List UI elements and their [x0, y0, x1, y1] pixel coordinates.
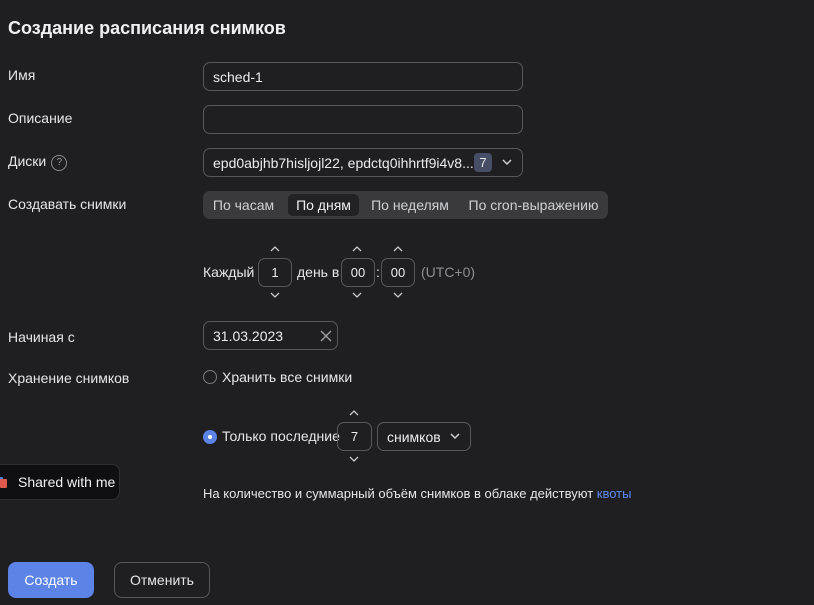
unit-select-value: снимков: [387, 428, 441, 445]
minute-value: 00: [390, 265, 406, 280]
help-icon[interactable]: ?: [51, 154, 68, 171]
description-input[interactable]: [203, 105, 523, 134]
day-at-label: день в: [297, 264, 340, 280]
tab-cron[interactable]: По cron-выражению: [462, 194, 605, 216]
chevron-up-icon[interactable]: [270, 246, 280, 252]
page-title: Создание расписания снимков: [8, 18, 286, 38]
chevron-up-icon[interactable]: [352, 246, 362, 252]
hour-value: 00: [350, 265, 366, 280]
keep-last-label[interactable]: Только последние: [222, 428, 340, 444]
start-date-input[interactable]: 31.03.2023: [203, 321, 338, 350]
name-label: Имя: [8, 67, 36, 83]
chevron-up-icon[interactable]: [349, 410, 359, 416]
quota-note: На количество и суммарный объём снимков …: [203, 486, 631, 501]
tab-weekly[interactable]: По неделям: [365, 194, 455, 216]
shared-icon: [0, 477, 7, 488]
keep-all-radio[interactable]: [203, 370, 217, 384]
clear-icon[interactable]: [320, 330, 332, 342]
quotas-link[interactable]: квоты: [597, 486, 632, 501]
toast-label: Shared with me: [18, 474, 116, 490]
name-input-value: sched-1: [213, 68, 263, 85]
chevron-down-icon[interactable]: [270, 292, 280, 298]
create-snapshots-label: Создавать снимки: [8, 196, 127, 212]
cancel-button[interactable]: Отменить: [114, 562, 210, 598]
minute-stepper[interactable]: 00: [381, 258, 415, 287]
chevron-up-icon[interactable]: [393, 246, 403, 252]
retention-label: Хранение снимков: [8, 370, 130, 386]
timezone-label: (UTC+0): [421, 264, 476, 280]
disks-select[interactable]: epd0abjhb7hisljojl22, epdctq0ihhrtf9i4v8…: [203, 148, 523, 177]
every-label: Каждый: [203, 264, 255, 280]
disks-count-badge: 7: [474, 153, 492, 172]
chevron-down-icon[interactable]: [352, 292, 362, 298]
keep-last-value: 7: [350, 429, 359, 444]
keep-last-radio[interactable]: [203, 430, 217, 444]
every-stepper[interactable]: 1: [258, 258, 292, 287]
tab-daily[interactable]: По дням: [288, 194, 359, 216]
hour-stepper[interactable]: 00: [341, 258, 375, 287]
frequency-segmented-control: По часам По дням По неделям По cron-выра…: [203, 191, 608, 219]
description-label: Описание: [8, 110, 73, 126]
start-date-value: 31.03.2023: [213, 327, 284, 344]
disks-label: Диски: [8, 153, 47, 169]
chevron-down-icon[interactable]: [349, 456, 359, 462]
chevron-down-icon: [450, 433, 460, 440]
shared-with-me-toast[interactable]: Shared with me: [0, 464, 120, 500]
create-button[interactable]: Создать: [8, 562, 94, 598]
unit-select[interactable]: снимков: [377, 422, 471, 451]
every-value: 1: [271, 265, 279, 280]
chevron-down-icon[interactable]: [393, 292, 403, 298]
disks-select-value: epd0abjhb7hisljojl22, epdctq0ihhrtf9i4v8…: [213, 154, 474, 171]
chevron-down-icon: [502, 159, 512, 166]
tab-hourly[interactable]: По часам: [206, 194, 281, 216]
name-input[interactable]: sched-1: [203, 62, 523, 91]
time-separator: :: [376, 264, 380, 280]
start-date-label: Начиная с: [8, 329, 75, 345]
disks-label-row: Диски?: [8, 153, 68, 171]
keep-all-label[interactable]: Хранить все снимки: [222, 369, 352, 385]
keep-last-stepper[interactable]: 7: [337, 422, 372, 451]
quota-note-text: На количество и суммарный объём снимков …: [203, 486, 594, 501]
